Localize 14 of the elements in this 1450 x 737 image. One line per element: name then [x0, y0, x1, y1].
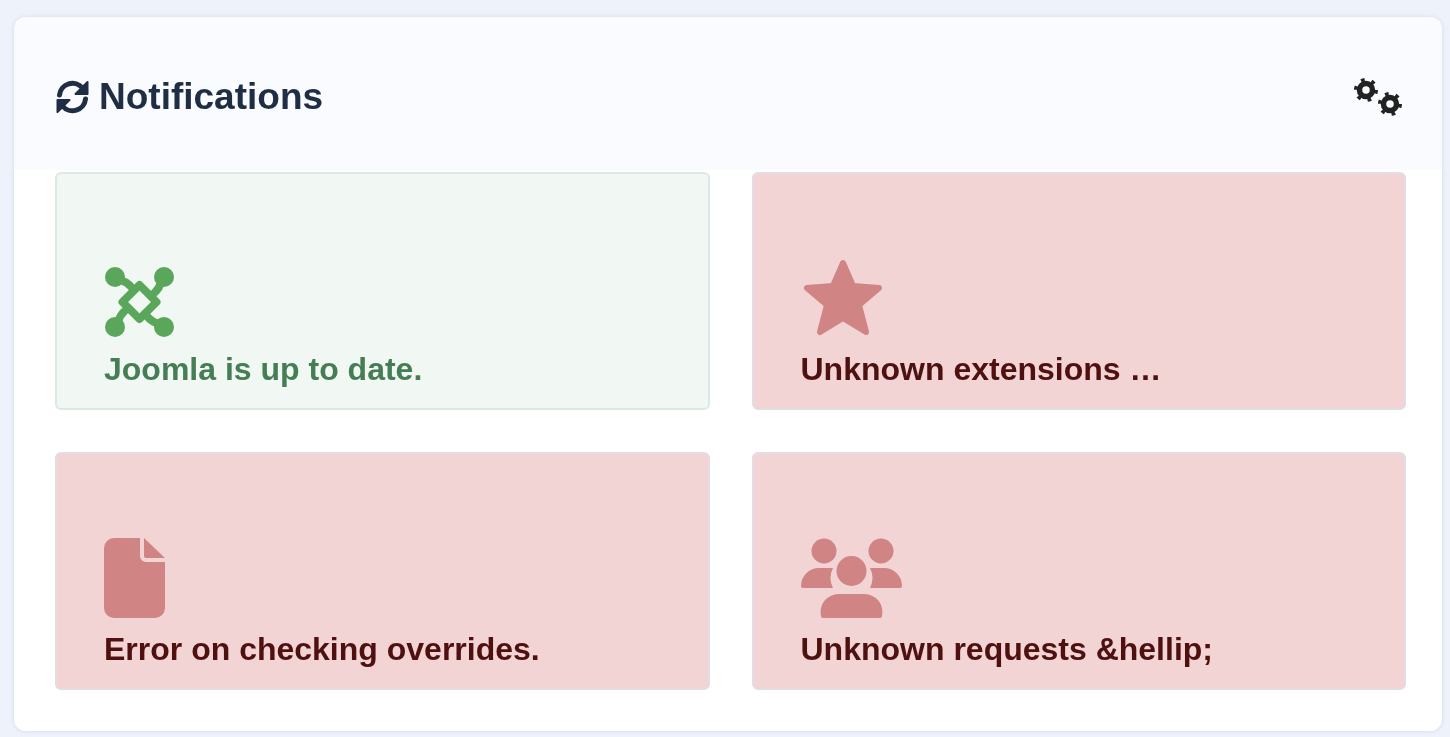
- status-tile[interactable]: Unknown extensions …: [751, 172, 1406, 410]
- status-tile[interactable]: Unknown requests &hellip;: [751, 452, 1406, 690]
- tile-message: Unknown requests &hellip;: [800, 629, 1213, 668]
- refresh-icon[interactable]: [54, 79, 91, 116]
- users-icon: [800, 537, 902, 618]
- status-tile[interactable]: Error on checking overrides.: [55, 452, 710, 690]
- card-title: Notifications: [99, 75, 324, 120]
- status-tile[interactable]: Joomla is up to date.: [55, 172, 710, 410]
- file-icon: [104, 537, 165, 618]
- knot-logo-icon: [104, 265, 175, 338]
- tile-message: Error on checking overrides.: [104, 629, 540, 668]
- tile-message: Joomla is up to date.: [104, 349, 423, 388]
- tile-message: Unknown extensions …: [800, 349, 1162, 388]
- settings-icon[interactable]: [1353, 76, 1405, 119]
